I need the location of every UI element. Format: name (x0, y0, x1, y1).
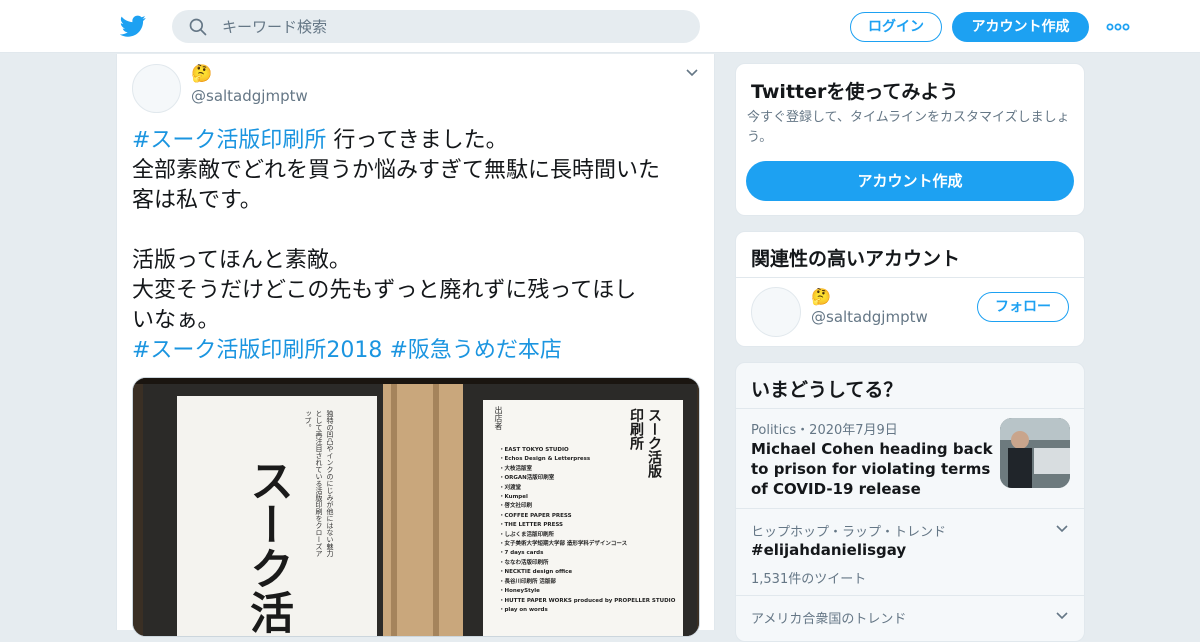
divider (736, 508, 1084, 509)
exhibitor-item: ・NECKTIE design office (499, 569, 573, 576)
exhibitor-list: ・EAST TOKYO STUDIO ・Echos Design & Lette… (499, 446, 689, 615)
trend-thumbnail-image (1000, 418, 1070, 488)
tweet-card: 🤔 @saltadgjmptw #スーク活版印刷所 行ってきました。 全部素敵で… (116, 54, 715, 637)
hashtag-link[interactable]: #スーク活版印刷所 (132, 128, 326, 153)
search-input[interactable] (222, 10, 682, 43)
tweet-photo[interactable]: スーク活版印刷所 独特の凹凸やインクのにじみが他にはない魅力として再注目されてい… (132, 377, 700, 637)
exhibitor-item: ・HUTTE PAPER WORKS produced by PROPELLER… (499, 597, 676, 604)
exhibitor-item: ・COFFEE PAPER PRESS (499, 512, 572, 519)
divider (736, 408, 1084, 409)
follow-button[interactable]: フォロー (977, 292, 1069, 322)
top-nav-bar: ログイン アカウント作成 (0, 0, 1200, 53)
exhibitor-item: ・刈渡堂 (499, 484, 522, 491)
trend-meta: ヒップホップ・ラップ・トレンド (751, 525, 947, 540)
exhibitor-item: ・女子美術大学短期大学部 造形学科デザインコース (499, 541, 628, 548)
login-button[interactable]: ログイン (850, 12, 942, 42)
exhibitor-item: ・play on words (499, 606, 548, 613)
chevron-down-icon[interactable] (1055, 524, 1069, 534)
hashtag-link[interactable]: #スーク活版印刷所2018 (132, 338, 382, 363)
promo-description: 今すぐ登録して、タイムラインをカスタマイズしましょう。 (747, 110, 1070, 145)
exhibitor-item: ・長谷川印刷所 活版部 (499, 578, 556, 585)
tweet-text-line: 活版ってほんと素敵。 (132, 246, 702, 276)
tweet-text-line: 大変そうだけどこの先もずっと廃れずに残ってほし (132, 276, 702, 306)
tweet-text-segment: 全部素敵でどれを買うか悩みすぎて無駄に長時間いた (132, 158, 661, 183)
tweet-text: #スーク活版印刷所 行ってきました。 全部素敵でどれを買うか悩みすぎて無駄に長時… (132, 126, 702, 366)
chevron-down-icon[interactable] (1055, 611, 1069, 621)
tweet-text-segment: 大変そうだけどこの先もずっと廃れずに残ってほし (132, 278, 637, 303)
author-avatar[interactable] (132, 64, 181, 113)
trend-thumbnail (1000, 418, 1070, 488)
trend-tweet-count: 1,531件のツイート (751, 572, 867, 587)
author-display-name[interactable]: 🤔 (191, 64, 212, 84)
tweet-text-line (132, 216, 702, 246)
exhibitor-item: ・7 days cards (499, 550, 544, 557)
trend-meta: Politics・2020年7月9日 (751, 423, 898, 438)
exhibitor-item: ・しぶくま活版印刷所 (499, 531, 555, 538)
related-accounts-card: 関連性の高いアカウント 🤔 @saltadgjmptw フォロー (735, 231, 1085, 347)
author-handle[interactable]: @saltadgjmptw (191, 87, 308, 105)
tweet-text-line: 客は私です。 (132, 186, 702, 216)
exhibitor-item: ・ORGAN活版印刷室 (499, 475, 555, 482)
promo-signup-button[interactable]: アカウント作成 (746, 161, 1074, 201)
tweet-text-segment: 行ってきました。 (326, 128, 508, 153)
chevron-down-icon[interactable] (685, 68, 699, 78)
trend-meta: アメリカ合衆国のトレンド (751, 612, 907, 627)
related-accounts-title: 関連性の高いアカウント (751, 248, 961, 270)
right-sign-heading: 出店者 (494, 406, 503, 430)
related-account-handle[interactable]: @saltadgjmptw (811, 308, 928, 326)
twitter-bird-icon[interactable] (120, 13, 146, 39)
exhibitor-item: ・大枝活版室 (499, 465, 533, 472)
more-options-icon[interactable] (1106, 22, 1130, 32)
exhibitor-item: ・Kumpel (499, 494, 528, 501)
signup-button[interactable]: アカウント作成 (952, 12, 1089, 42)
trends-card: いまどうしてる？ Politics・2020年7月9日 Michael Cohe… (735, 362, 1085, 642)
tweet-text-segment: 活版ってほんと素敵。 (132, 248, 351, 273)
tweet-text-line: #スーク活版印刷所 行ってきました。 (132, 126, 702, 156)
exhibitor-item: ・啓文社印刷 (499, 503, 533, 510)
exhibitor-item: ・HoneyStyle (499, 588, 540, 595)
exhibitor-item: ・EAST TOKYO STUDIO (499, 447, 569, 453)
trend-headline: Michael Cohen heading back to prison for… (751, 440, 993, 498)
tweet-hashtags-line: #スーク活版印刷所2018 #阪急うめだ本店 (132, 336, 702, 366)
hashtag-link[interactable]: #阪急うめだ本店 (389, 338, 561, 363)
search-icon (189, 18, 207, 36)
left-sign-title: スーク活版印刷所 (242, 458, 293, 634)
signup-promo-card: Twitterを使ってみよう 今すぐ登録して、タイムラインをカスタマイズしましょ… (735, 63, 1085, 216)
left-sign-note: 独特の凹凸やインクのにじみが他にはない魅力として再注目されている活版印刷をクロー… (305, 410, 334, 557)
exhibitor-item: ・ななわ活版印刷所 (499, 559, 549, 566)
trends-title: いまどうしてる？ (751, 379, 903, 401)
search-box (172, 10, 700, 43)
divider (736, 595, 1084, 596)
promo-title: Twitterを使ってみよう (751, 81, 959, 103)
tweet-text-line: いなぁ。 (132, 306, 702, 336)
exhibitor-item: ・Echos Design & Letterpress (499, 456, 591, 463)
tweet-text-line: 全部素敵でどれを買うか悩みすぎて無駄に長時間いた (132, 156, 702, 186)
tweet-text-segment: いなぁ。 (132, 308, 220, 333)
tweet-text-segment: 客は私です。 (132, 188, 262, 213)
divider (736, 277, 1084, 278)
exhibitor-item: ・THE LETTER PRESS (499, 522, 564, 529)
trend-name: #elijahdanielisgay (751, 541, 907, 559)
related-account-display-name[interactable]: 🤔 (811, 287, 831, 306)
related-account-avatar[interactable] (751, 287, 801, 337)
